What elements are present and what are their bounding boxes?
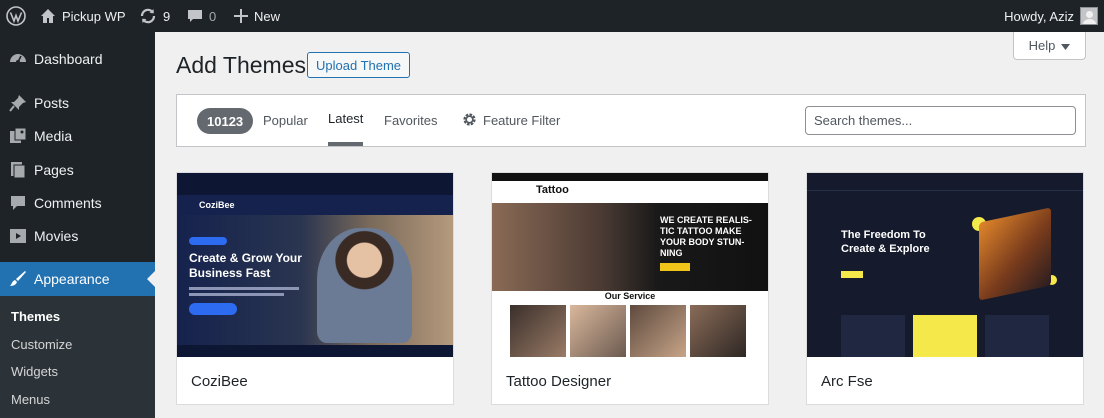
sidebar-item-movies[interactable]: Movies xyxy=(0,219,155,253)
tab-latest[interactable]: Latest xyxy=(328,95,364,146)
gear-icon xyxy=(462,112,477,130)
sidebar-item-pages[interactable]: Pages xyxy=(0,153,155,187)
sidebar-item-label: Pages xyxy=(34,162,74,178)
comments-count: 0 xyxy=(209,8,217,24)
caret-down-icon xyxy=(1061,38,1071,53)
theme-preview-headline: The Freedom To Create & Explore xyxy=(841,229,930,255)
sidebar-item-media[interactable]: Media xyxy=(0,119,155,153)
help-button[interactable]: Help xyxy=(1013,32,1086,60)
theme-filter-bar: 10123 Popular Latest Favorites Feature F… xyxy=(176,94,1086,147)
theme-count-badge: 10123 xyxy=(197,108,254,134)
comment-bubble-icon xyxy=(187,8,203,24)
updates-icon xyxy=(139,7,157,25)
search-themes-input[interactable] xyxy=(805,106,1076,135)
sidebar-item-appearance[interactable]: Appearance xyxy=(0,262,155,296)
submenu-item-customize[interactable]: Customize xyxy=(11,337,72,352)
avatar xyxy=(1080,7,1098,25)
page-title: Add Themes xyxy=(176,52,306,78)
appearance-submenu: Themes Customize Widgets Menus xyxy=(0,296,155,418)
updates-count: 9 xyxy=(163,8,171,24)
brush-icon xyxy=(8,269,28,289)
tab-favorites[interactable]: Favorites xyxy=(384,95,437,146)
theme-preview-headline: Create & Grow Your Business Fast xyxy=(189,251,302,280)
theme-card-arc-fse[interactable]: The Freedom To Create & Explore Arc Fse xyxy=(806,172,1084,405)
comments-icon xyxy=(8,193,28,213)
sidebar-item-dashboard[interactable]: Dashboard xyxy=(0,42,155,76)
theme-preview-logo: Tattoo xyxy=(536,184,569,196)
sidebar-item-label: Comments xyxy=(34,195,102,211)
theme-preview-logo: CoziBee xyxy=(199,200,235,210)
theme-name: Tattoo Designer xyxy=(506,373,612,390)
help-label: Help xyxy=(1028,38,1056,53)
dashboard-icon xyxy=(8,49,28,69)
comments-link[interactable]: 0 xyxy=(187,0,216,32)
theme-card-tattoo-designer[interactable]: Tattoo WE CREATE REALIS-TIC TATTOO MAKE … xyxy=(491,172,769,405)
admin-bar: Pickup WP 9 0 New Howdy, Aziz xyxy=(0,0,1104,32)
updates-link[interactable]: 9 xyxy=(139,0,170,32)
pages-icon xyxy=(8,160,28,180)
feature-filter-button[interactable]: Feature Filter xyxy=(462,95,560,146)
tab-popular[interactable]: Popular xyxy=(263,95,308,146)
theme-name: CoziBee xyxy=(191,373,248,390)
pin-icon xyxy=(8,93,28,113)
sidebar-item-label: Dashboard xyxy=(34,51,103,67)
sidebar-item-comments[interactable]: Comments xyxy=(0,186,155,220)
account-menu[interactable]: Howdy, Aziz xyxy=(1004,0,1098,32)
home-icon xyxy=(40,8,56,24)
submenu-item-widgets[interactable]: Widgets xyxy=(11,364,58,379)
sidebar-item-label: Posts xyxy=(34,95,70,111)
theme-name: Arc Fse xyxy=(821,373,873,390)
submenu-item-themes[interactable]: Themes xyxy=(11,309,60,324)
sidebar-item-label: Appearance xyxy=(34,271,110,287)
theme-preview-section-title: Our Service xyxy=(604,291,656,301)
new-label: New xyxy=(254,8,281,24)
site-name: Pickup WP xyxy=(62,8,126,24)
sidebar-item-label: Movies xyxy=(34,228,79,244)
movies-icon xyxy=(8,226,28,246)
admin-sidebar: Dashboard Posts Media Pages Comments Mov… xyxy=(0,32,155,418)
site-name-link[interactable]: Pickup WP xyxy=(40,0,126,32)
howdy-text: Howdy, Aziz xyxy=(1004,8,1074,24)
sidebar-item-label: Media xyxy=(34,128,73,144)
feature-filter-label: Feature Filter xyxy=(483,113,561,128)
wordpress-logo-icon[interactable] xyxy=(4,0,28,32)
submenu-item-menus[interactable]: Menus xyxy=(11,392,50,407)
new-content-link[interactable]: New xyxy=(234,0,280,32)
upload-theme-button[interactable]: Upload Theme xyxy=(307,52,411,78)
theme-screenshot: Tattoo WE CREATE REALIS-TIC TATTOO MAKE … xyxy=(492,173,768,357)
theme-screenshot: CoziBee Create & Grow Your Business Fast xyxy=(177,173,453,357)
theme-preview-headline: WE CREATE REALIS-TIC TATTOO MAKE YOUR BO… xyxy=(660,215,752,258)
theme-card-cozibee[interactable]: CoziBee Create & Grow Your Business Fast… xyxy=(176,172,454,405)
media-icon xyxy=(8,126,28,146)
theme-screenshot: The Freedom To Create & Explore xyxy=(807,173,1083,357)
plus-icon xyxy=(234,9,248,23)
sidebar-item-posts[interactable]: Posts xyxy=(0,86,155,120)
